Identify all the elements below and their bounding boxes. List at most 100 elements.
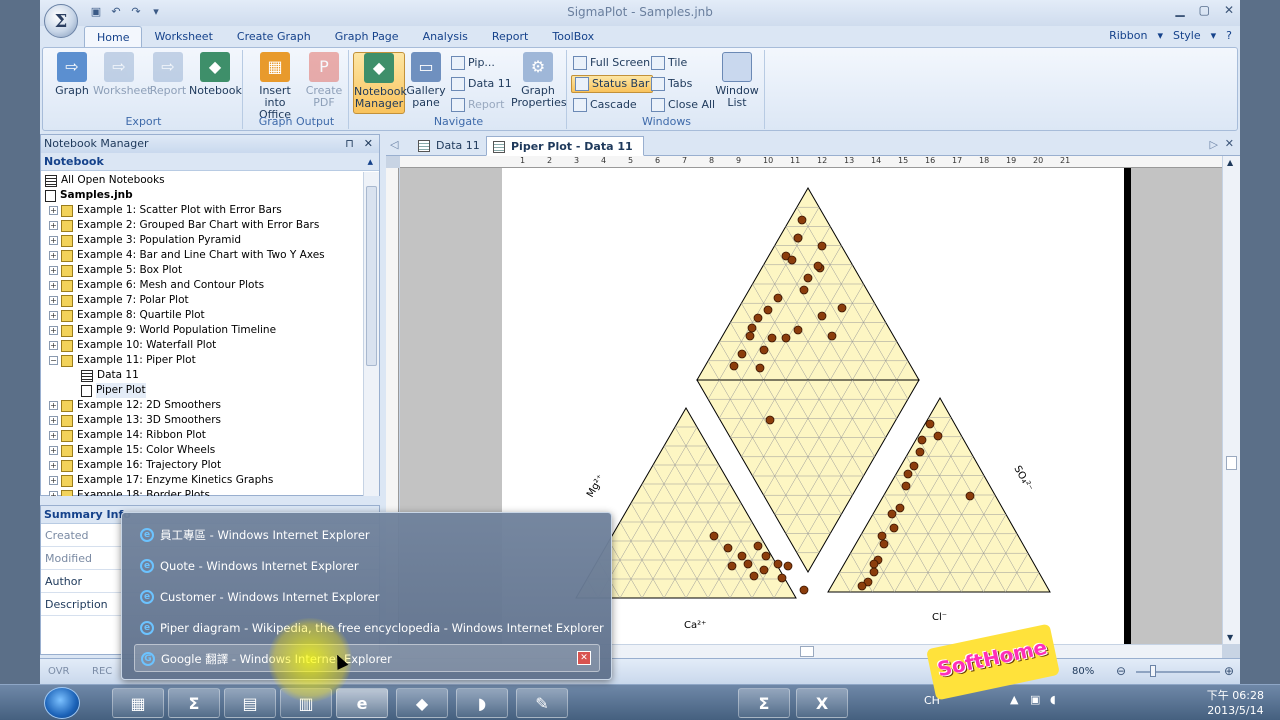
collapse-icon[interactable]: −: [49, 356, 58, 365]
taskbar-sigmaplot-icon[interactable]: Σ: [168, 688, 220, 718]
graph-properties-button[interactable]: ⚙ Graph Properties: [511, 52, 567, 114]
ie-window-item[interactable]: e Quote - Windows Internet Explorer: [134, 552, 600, 580]
pin-icon[interactable]: ⊓: [345, 135, 354, 153]
tab-analysis[interactable]: Analysis: [411, 26, 480, 48]
ie-window-item[interactable]: e Piper diagram - Wikipedia, the free enc…: [134, 614, 604, 642]
taskbar-excel-icon[interactable]: X: [796, 688, 848, 718]
expand-icon[interactable]: +: [49, 266, 58, 275]
show-hidden-icons-icon[interactable]: ▲: [1010, 693, 1018, 706]
tree-item-example-9[interactable]: + Example 9: World Population Timeline: [41, 323, 363, 338]
tree-item-example-8[interactable]: + Example 8: Quartile Plot: [41, 308, 363, 323]
scroll-up-icon[interactable]: ▲: [1227, 158, 1233, 167]
taskbar-notebook-icon[interactable]: ◆: [396, 688, 448, 718]
zoom-in-icon[interactable]: ⊕: [1224, 664, 1234, 678]
tab-worksheet[interactable]: Worksheet: [142, 26, 224, 48]
tab-report[interactable]: Report: [480, 26, 540, 48]
tree-item-example-16[interactable]: + Example 16: Trajectory Plot: [41, 458, 363, 473]
ribbon-menu[interactable]: Ribbon: [1109, 29, 1147, 42]
tab-home[interactable]: Home: [84, 26, 143, 48]
tab-toolbox[interactable]: ToolBox: [540, 26, 606, 48]
expand-icon[interactable]: +: [49, 491, 58, 496]
tree-item-data-11[interactable]: Data 11: [41, 368, 363, 383]
export-report-button[interactable]: ⇨ Report: [143, 52, 193, 114]
tree-item-piper-plot[interactable]: Piper Plot: [41, 383, 363, 398]
tree-item-example-10[interactable]: + Example 10: Waterfall Plot: [41, 338, 363, 353]
tab-graph-page[interactable]: Graph Page: [323, 26, 411, 48]
taskbar-internet-explorer-icon[interactable]: e: [336, 688, 388, 718]
window-list-button[interactable]: Window List: [713, 52, 761, 114]
expand-icon[interactable]: +: [49, 236, 58, 245]
horizontal-scroll-thumb[interactable]: [800, 646, 814, 657]
cascade-button[interactable]: Cascade: [573, 96, 637, 114]
collapse-chevron-icon[interactable]: ▴: [367, 153, 373, 171]
taskbar-microphone-icon[interactable]: ✎: [516, 688, 568, 718]
tree-scrollbar[interactable]: [363, 172, 379, 496]
full-screen-button[interactable]: Full Screen: [573, 54, 650, 72]
style-menu-chevron-icon[interactable]: ▾: [1157, 29, 1163, 42]
pane-close-icon[interactable]: ✕: [364, 135, 373, 153]
zoom-out-icon[interactable]: ⊖: [1116, 664, 1126, 678]
expand-icon[interactable]: +: [49, 296, 58, 305]
expand-icon[interactable]: +: [49, 281, 58, 290]
expand-icon[interactable]: +: [49, 401, 58, 410]
expand-icon[interactable]: +: [49, 476, 58, 485]
expand-icon[interactable]: +: [49, 341, 58, 350]
taskbar-library-icon[interactable]: ▥: [280, 688, 332, 718]
tree-item-example-17[interactable]: + Example 17: Enzyme Kinetics Graphs: [41, 473, 363, 488]
close-icon[interactable]: ✕: [1224, 3, 1234, 17]
taskbar-sigma-window-icon[interactable]: Σ: [738, 688, 790, 718]
volume-icon[interactable]: ◖: [1050, 693, 1056, 706]
tree-item-all-open-notebooks[interactable]: All Open Notebooks: [41, 173, 363, 188]
vertical-scrollbar[interactable]: ▲ ▼: [1222, 156, 1240, 644]
tree-item-example-12[interactable]: + Example 12: 2D Smoothers: [41, 398, 363, 413]
gallery-pane-button[interactable]: ▭ Gallery pane: [405, 52, 447, 114]
tabs-button[interactable]: Tabs: [651, 75, 692, 93]
tabs-scroll-right-icon[interactable]: ▷: [1210, 138, 1218, 151]
minimize-icon[interactable]: ▁: [1175, 3, 1184, 17]
tree-item-example-7[interactable]: + Example 7: Polar Plot: [41, 293, 363, 308]
tree-item-example-2[interactable]: + Example 2: Grouped Bar Chart with Error…: [41, 218, 363, 233]
style-menu[interactable]: Style: [1173, 29, 1201, 42]
start-button[interactable]: [44, 687, 80, 719]
tabs-scroll-left-icon[interactable]: ◁: [390, 138, 398, 151]
tree-item-example-1[interactable]: + Example 1: Scatter Plot with Error Bars: [41, 203, 363, 218]
taskbar-app-grid-icon[interactable]: ▦: [112, 688, 164, 718]
tree-item-example-6[interactable]: + Example 6: Mesh and Contour Plots: [41, 278, 363, 293]
scroll-down-icon[interactable]: ▼: [1227, 633, 1233, 642]
tab-create-graph[interactable]: Create Graph: [225, 26, 323, 48]
notebook-manager-button[interactable]: ◆ Notebook Manager: [353, 52, 407, 114]
help-icon[interactable]: ?: [1226, 29, 1232, 42]
insert-into-office-button[interactable]: ▦ Insert into Office: [247, 52, 303, 121]
expand-icon[interactable]: +: [49, 221, 58, 230]
taskbar-batman-icon[interactable]: ◗: [456, 688, 508, 718]
expand-icon[interactable]: +: [49, 326, 58, 335]
tree-item-samples[interactable]: Samples.jnb: [41, 188, 363, 203]
vertical-scroll-thumb[interactable]: [1226, 456, 1237, 470]
doc-tab-piper-plot[interactable]: Piper Plot - Data 11: [486, 136, 644, 156]
expand-icon[interactable]: +: [49, 251, 58, 260]
doc-close-icon[interactable]: ✕: [1225, 137, 1234, 150]
expand-icon[interactable]: +: [49, 416, 58, 425]
maximize-icon[interactable]: ▢: [1199, 3, 1210, 17]
tree-item-example-3[interactable]: + Example 3: Population Pyramid: [41, 233, 363, 248]
ie-window-item[interactable]: e Customer - Windows Internet Explorer: [134, 583, 600, 611]
network-icon[interactable]: ▣: [1030, 693, 1040, 706]
export-worksheet-button[interactable]: ⇨ Worksheet: [93, 52, 151, 114]
tree-item-example-11[interactable]: − Example 11: Piper Plot: [41, 353, 363, 368]
tree-item-example-18[interactable]: + Example 18: Border Plots: [41, 488, 363, 496]
tree-item-example-15[interactable]: + Example 15: Color Wheels: [41, 443, 363, 458]
nav-data11-button[interactable]: Data 11: [451, 75, 512, 93]
zoom-slider[interactable]: [1136, 671, 1220, 673]
application-button[interactable]: Σ: [44, 4, 78, 38]
doc-tab-data-11[interactable]: Data 11: [412, 136, 490, 156]
tree-item-example-14[interactable]: + Example 14: Ribbon Plot: [41, 428, 363, 443]
tree-item-example-5[interactable]: + Example 5: Box Plot: [41, 263, 363, 278]
close-all-button[interactable]: Close All: [651, 96, 715, 114]
expand-icon[interactable]: +: [49, 461, 58, 470]
ie-window-item-hovered[interactable]: G Google 翻譯 - Windows Internet Explorer ✕: [134, 644, 600, 672]
tree-scroll-thumb[interactable]: [366, 186, 377, 366]
taskbar-calculator-icon[interactable]: ▤: [224, 688, 276, 718]
nav-piper-button[interactable]: Pip...: [451, 54, 495, 72]
nav-report-button[interactable]: Report: [451, 96, 504, 114]
status-bar-button[interactable]: Status Bar: [571, 75, 654, 93]
